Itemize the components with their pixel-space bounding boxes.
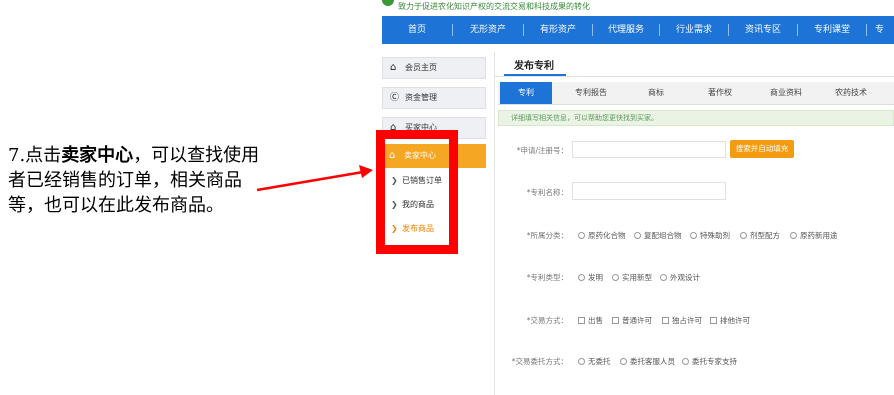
delegate-option[interactable]: 无委托 xyxy=(578,356,611,367)
app-no-label-text: *申请/注册号： xyxy=(516,146,568,155)
checkbox-icon xyxy=(578,317,585,324)
nav-patent-class[interactable]: 专利课堂 xyxy=(798,16,866,44)
category-label-text: *所属分类： xyxy=(526,231,568,240)
option-label: 原药新用途 xyxy=(800,231,838,240)
app-no-label: *申请/注册号： xyxy=(506,145,568,156)
radio-icon xyxy=(790,232,797,239)
trade-option[interactable]: 普通许可 xyxy=(612,315,652,326)
trade-option[interactable]: 排他许可 xyxy=(710,315,750,326)
radio-icon xyxy=(740,232,747,239)
nav-news[interactable]: 资讯专区 xyxy=(729,16,797,44)
option-label: 排他许可 xyxy=(720,316,750,325)
trade-method-label: *交易方式： xyxy=(506,315,568,326)
app-no-input[interactable] xyxy=(572,141,726,158)
title-divider xyxy=(494,76,894,77)
instruction-emphasis: 卖家中心 xyxy=(61,145,134,166)
delegate-method-label: *交易委托方式： xyxy=(506,356,568,367)
option-label: 原药化合物 xyxy=(588,231,626,240)
radio-icon xyxy=(578,358,585,365)
tab-patent[interactable]: 专利 xyxy=(500,82,552,104)
tab-pesticide-tech[interactable]: 农药技术 xyxy=(822,82,880,104)
type-option[interactable]: 外观设计 xyxy=(660,272,700,283)
site-logo xyxy=(382,0,394,6)
option-label: 外观设计 xyxy=(670,273,700,282)
instruction-text: 7.点击卖家中心，可以查找使用者已经销售的订单，相关商品等，也可以在此发布商品。 xyxy=(8,143,260,218)
tab-business-data[interactable]: 商业资料 xyxy=(754,82,818,104)
money-icon: Ⓒ xyxy=(390,93,400,103)
radio-icon xyxy=(682,358,689,365)
category-option[interactable]: 原药新用途 xyxy=(790,230,838,241)
hint-banner: 详细填写相关信息，可以帮助您更快找到买家。 xyxy=(498,110,894,126)
instruction-prefix: 7.点击 xyxy=(8,145,62,166)
radio-icon xyxy=(578,232,585,239)
annotation-arrow xyxy=(256,165,373,192)
radio-icon xyxy=(660,274,667,281)
trade-method-label-text: *交易方式： xyxy=(526,316,568,325)
nav-intangible-assets[interactable]: 无形资产 xyxy=(453,16,523,44)
radio-icon xyxy=(578,274,585,281)
tab-copyright[interactable]: 著作权 xyxy=(692,82,748,104)
option-label: 发明 xyxy=(588,273,603,282)
top-nav: 首页 无形资产 有形资产 代理服务 行业需求 资讯专区 专利课堂 专 xyxy=(382,16,894,44)
sidebar-item-label: 资金管理 xyxy=(405,93,437,102)
radio-icon xyxy=(634,232,641,239)
type-option[interactable]: 实用新型 xyxy=(612,272,652,283)
tab-patent-report[interactable]: 专利报告 xyxy=(560,82,622,104)
highlight-box xyxy=(376,130,458,254)
option-label: 委托客服人员 xyxy=(630,357,675,366)
autofill-button[interactable]: 搜索并自动填充 xyxy=(730,140,794,158)
home-icon: ⌂ xyxy=(390,62,397,73)
option-label: 独占许可 xyxy=(672,316,702,325)
site-tagline: 致力于促进农化知识产权的交流交易和科技成果的转化 xyxy=(398,2,590,11)
option-label: 出售 xyxy=(588,316,603,325)
nav-tangible-assets[interactable]: 有形资产 xyxy=(524,16,592,44)
delegate-method-label-text: *交易委托方式： xyxy=(511,357,568,366)
nav-industry-demand[interactable]: 行业需求 xyxy=(660,16,728,44)
option-label: 复配组合物 xyxy=(644,231,682,240)
option-label: 剂型配方 xyxy=(750,231,780,240)
radio-icon xyxy=(620,358,627,365)
option-label: 普通许可 xyxy=(622,316,652,325)
nav-home[interactable]: 首页 xyxy=(382,16,452,44)
radio-icon xyxy=(612,274,619,281)
checkbox-icon xyxy=(612,317,619,324)
sidebar-item-member-home[interactable]: ⌂ 会员主页 xyxy=(382,57,486,79)
trade-option[interactable]: 出售 xyxy=(578,315,603,326)
checkbox-icon xyxy=(662,317,669,324)
radio-icon xyxy=(690,232,697,239)
patent-name-label: *专利名称： xyxy=(506,187,568,198)
patent-type-label: *专利类型： xyxy=(506,272,568,283)
option-label: 特殊助剂 xyxy=(700,231,730,240)
category-option[interactable]: 复配组合物 xyxy=(634,230,682,241)
delegate-option[interactable]: 委托客服人员 xyxy=(620,356,675,367)
sidebar-item-funds[interactable]: Ⓒ 资金管理 xyxy=(382,87,486,109)
category-label: *所属分类： xyxy=(506,230,568,241)
option-label: 委托专家支持 xyxy=(692,357,737,366)
tab-trademark[interactable]: 商标 xyxy=(628,82,684,104)
title-underline xyxy=(504,74,566,76)
category-option[interactable]: 原药化合物 xyxy=(578,230,626,241)
type-option[interactable]: 发明 xyxy=(578,272,603,283)
category-option[interactable]: 特殊助剂 xyxy=(690,230,730,241)
patent-name-input[interactable] xyxy=(572,182,726,200)
delegate-option[interactable]: 委托专家支持 xyxy=(682,356,737,367)
option-label: 实用新型 xyxy=(622,273,652,282)
checkbox-icon xyxy=(710,317,717,324)
option-label: 无委托 xyxy=(588,357,611,366)
category-option[interactable]: 剂型配方 xyxy=(740,230,780,241)
nav-agency-services[interactable]: 代理服务 xyxy=(593,16,659,44)
nav-more[interactable]: 专 xyxy=(867,16,894,44)
patent-type-label-text: *专利类型： xyxy=(526,273,568,282)
sidebar-item-label: 会员主页 xyxy=(405,63,437,72)
page-title: 发布专利 xyxy=(514,61,554,72)
trade-option[interactable]: 独占许可 xyxy=(662,315,702,326)
patent-name-label-text: *专利名称： xyxy=(526,188,568,197)
